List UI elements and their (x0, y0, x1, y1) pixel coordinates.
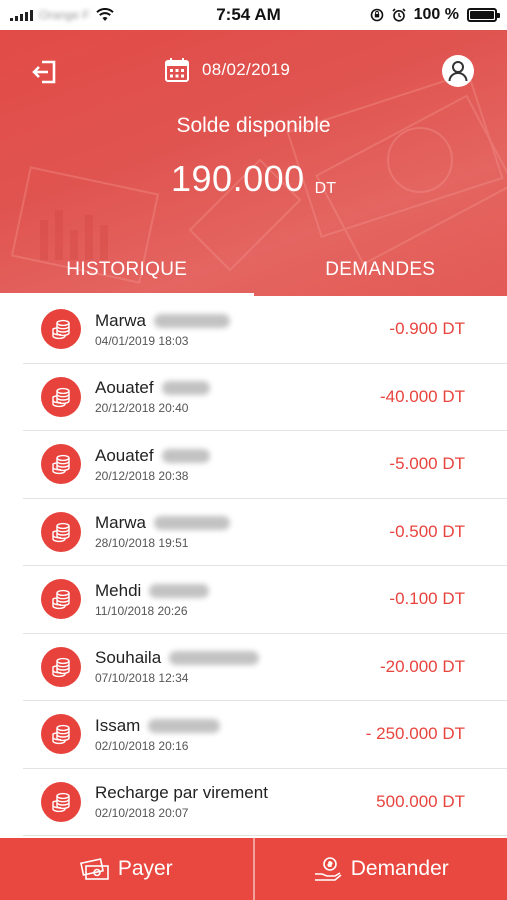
battery-percent: 100 % (413, 6, 459, 23)
transaction-name: Aouatef (95, 378, 154, 398)
profile-button[interactable] (442, 55, 474, 87)
status-time: 7:54 AM (216, 5, 281, 24)
transaction-row[interactable]: Marwa 28/10/2018 19:51 -0.500 DT (23, 499, 507, 566)
pay-label: Payer (117, 857, 173, 880)
signal-icon (10, 9, 33, 21)
request-button[interactable]: Demander (252, 838, 507, 900)
balance-unit: DT (314, 180, 336, 197)
transaction-row[interactable]: Marwa 04/01/2019 18:03 -0.900 DT (23, 296, 507, 364)
cash-icon (79, 858, 109, 880)
status-bar: Orange F 7:54 AM 100 % (0, 0, 507, 30)
transaction-amount: -0.500 DT (389, 521, 465, 541)
transaction-row[interactable]: Souhaila 07/10/2018 12:34 -20.000 DT (23, 634, 507, 701)
rotation-lock-icon (370, 8, 383, 22)
tab-demandes[interactable]: DEMANDES (254, 248, 507, 296)
tab-historique[interactable]: HISTORIQUE (0, 248, 254, 296)
balance-amount: 190.000 (171, 158, 305, 199)
transaction-row[interactable]: Aouatef 20/12/2018 20:40 -40.000 DT (23, 364, 507, 431)
transaction-amount: -5.000 DT (389, 454, 465, 474)
transaction-amount: -0.100 DT (389, 589, 465, 609)
transaction-name: Marwa (95, 513, 147, 533)
tab-bar: HISTORIQUE DEMANDES (0, 248, 507, 296)
calendar-icon (165, 58, 189, 82)
transaction-name: Mehdi (95, 580, 142, 600)
transaction-name: Marwa (95, 310, 147, 330)
coins-icon (41, 511, 81, 552)
date-display[interactable]: 08/02/2019 (164, 57, 290, 83)
current-date: 08/02/2019 (202, 60, 291, 79)
coins-icon (41, 579, 81, 620)
user-icon (448, 61, 468, 82)
transaction-amount: -40.000 DT (379, 386, 465, 406)
coins-icon (41, 714, 81, 755)
transaction-row[interactable]: Issam 02/10/2018 20:16 - 250.000 DT (23, 701, 507, 769)
coins-icon (41, 376, 81, 417)
transaction-name: Souhaila (95, 648, 162, 668)
balance: 190.000 DT (0, 158, 507, 200)
transaction-row[interactable]: Aouatef 20/12/2018 20:38 -5.000 DT (23, 431, 507, 499)
balance-label: Solde disponible (176, 114, 331, 137)
coins-icon (41, 444, 81, 485)
transaction-amount: - 250.000 DT (365, 724, 465, 744)
carrier-name: Orange F (39, 8, 90, 22)
transaction-list: Marwa 04/01/2019 18:03 -0.900 DT Aouatef… (23, 296, 507, 836)
request-label: Demander (350, 857, 449, 880)
logout-icon[interactable] (30, 57, 60, 87)
wifi-icon (96, 8, 114, 21)
transaction-name: Recharge par virement (95, 783, 268, 803)
hand-coin-icon (314, 857, 342, 881)
transaction-row[interactable]: Recharge par virement 02/10/2018 20:07 5… (23, 769, 507, 836)
account-header: 08/02/2019 Solde disponible 190.000 DT HI… (0, 30, 507, 296)
pay-button[interactable]: Payer (0, 838, 253, 900)
transaction-name: Aouatef (95, 445, 154, 465)
coins-icon (41, 646, 81, 687)
alarm-icon (392, 8, 406, 22)
coins-icon (41, 309, 81, 350)
status-right: 100 % (327, 6, 500, 24)
coins-icon (41, 781, 81, 822)
transaction-amount: -20.000 DT (379, 656, 465, 676)
battery-icon (467, 8, 500, 22)
status-left: Orange F (10, 8, 170, 22)
transaction-name: Issam (95, 715, 141, 735)
transaction-amount: 500.000 DT (376, 791, 465, 811)
transaction-row[interactable]: Mehdi 11/10/2018 20:26 -0.100 DT (23, 566, 507, 634)
transaction-amount: -0.900 DT (389, 319, 465, 339)
bottom-action-bar: Payer Demander (0, 838, 507, 900)
